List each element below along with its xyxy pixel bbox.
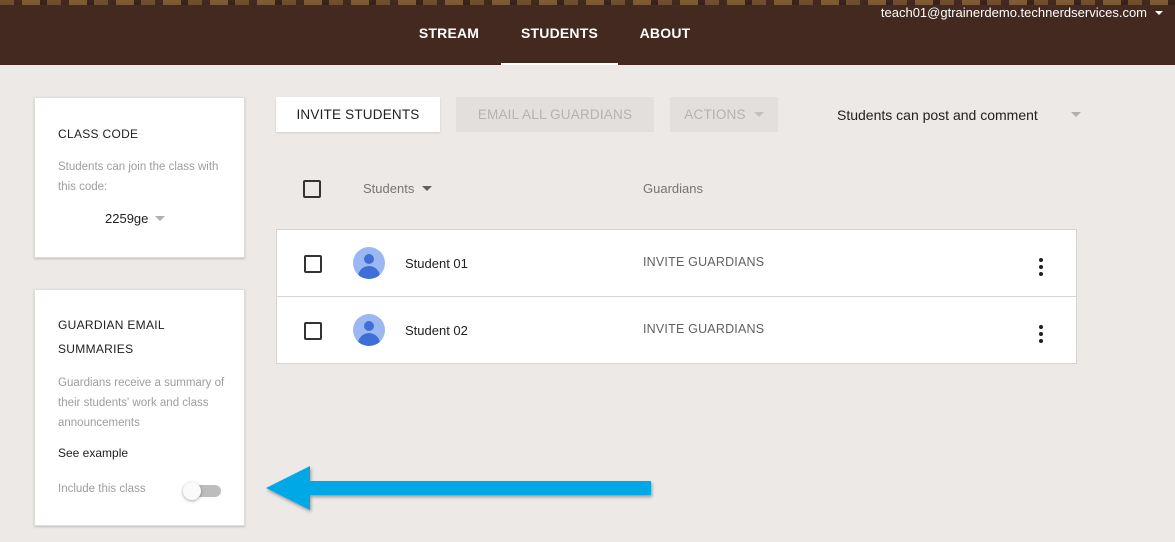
avatar — [353, 247, 385, 279]
chevron-down-icon — [1155, 10, 1163, 15]
email-all-guardians-button[interactable]: EMAIL ALL GUARDIANS — [456, 97, 654, 132]
guardian-card-description: Guardians receive a summary of their stu… — [58, 377, 225, 429]
students-sort-header[interactable]: Students — [363, 181, 433, 196]
student-list: Student 01 INVITE GUARDIANS Student 02 I… — [276, 229, 1077, 364]
permission-dropdown[interactable]: Students can post and comment — [837, 97, 1081, 132]
more-dot — [1039, 339, 1043, 343]
class-code-card: CLASS CODE Students can join the class w… — [34, 97, 245, 258]
actions-menu-button[interactable]: ACTIONS — [670, 97, 778, 132]
include-class-label: Include this class — [58, 483, 146, 495]
row-checkbox[interactable] — [304, 255, 322, 273]
avatar — [353, 314, 385, 346]
tab-stream[interactable]: STREAM — [407, 0, 491, 65]
students-header-label: Students — [363, 181, 415, 196]
table-row: Student 02 INVITE GUARDIANS — [277, 297, 1076, 364]
tab-about[interactable]: ABOUT — [628, 0, 702, 65]
more-vert-icon[interactable] — [1031, 257, 1051, 277]
actions-label: ACTIONS — [684, 107, 746, 122]
class-code-title: CLASS CODE — [58, 127, 139, 141]
class-code-description: Students can join the class with this co… — [58, 161, 219, 193]
more-dot — [1039, 265, 1043, 269]
toggle-thumb — [183, 482, 201, 500]
student-name[interactable]: Student 01 — [405, 256, 468, 271]
person-icon-body — [358, 333, 380, 346]
include-class-toggle[interactable] — [183, 482, 221, 500]
tab-students[interactable]: STUDENTS — [501, 0, 618, 65]
select-all-checkbox[interactable] — [303, 180, 321, 198]
more-dot — [1039, 325, 1043, 329]
chevron-down-icon — [155, 216, 166, 221]
invite-guardians-link[interactable]: INVITE GUARDIANS — [643, 255, 764, 269]
person-icon — [364, 254, 374, 264]
class-code-value: 2259ge — [105, 211, 149, 226]
see-example-link[interactable]: See example — [58, 446, 128, 460]
account-menu[interactable]: teach01@gtrainerdemo.technerdservices.co… — [881, 5, 1163, 20]
guardians-header: Guardians — [643, 181, 703, 196]
guardian-card-title: GUARDIAN EMAIL SUMMARIES — [58, 318, 165, 356]
account-email: teach01@gtrainerdemo.technerdservices.co… — [880, 5, 1147, 20]
top-app-bar: STREAM STUDENTS ABOUT teach01@gtrainerde… — [0, 0, 1175, 65]
sort-down-icon — [422, 186, 433, 191]
person-icon-body — [358, 266, 380, 279]
guardian-email-card: GUARDIAN EMAIL SUMMARIES Guardians recei… — [34, 289, 245, 526]
arrow-left-icon — [266, 466, 651, 510]
more-dot — [1039, 258, 1043, 262]
row-checkbox[interactable] — [304, 322, 322, 340]
more-dot — [1039, 272, 1043, 276]
table-row: Student 01 INVITE GUARDIANS — [277, 230, 1076, 297]
person-icon — [364, 321, 374, 331]
chevron-down-icon — [1071, 112, 1081, 117]
invite-guardians-link[interactable]: INVITE GUARDIANS — [643, 322, 764, 336]
arrow-shape — [266, 466, 651, 510]
class-code-selector[interactable]: 2259ge — [105, 211, 166, 226]
student-name[interactable]: Student 02 — [405, 323, 468, 338]
permission-label: Students can post and comment — [837, 106, 1038, 123]
more-dot — [1039, 332, 1043, 336]
chevron-down-icon — [753, 112, 764, 117]
invite-students-button[interactable]: INVITE STUDENTS — [276, 97, 440, 132]
more-vert-icon[interactable] — [1031, 324, 1051, 344]
